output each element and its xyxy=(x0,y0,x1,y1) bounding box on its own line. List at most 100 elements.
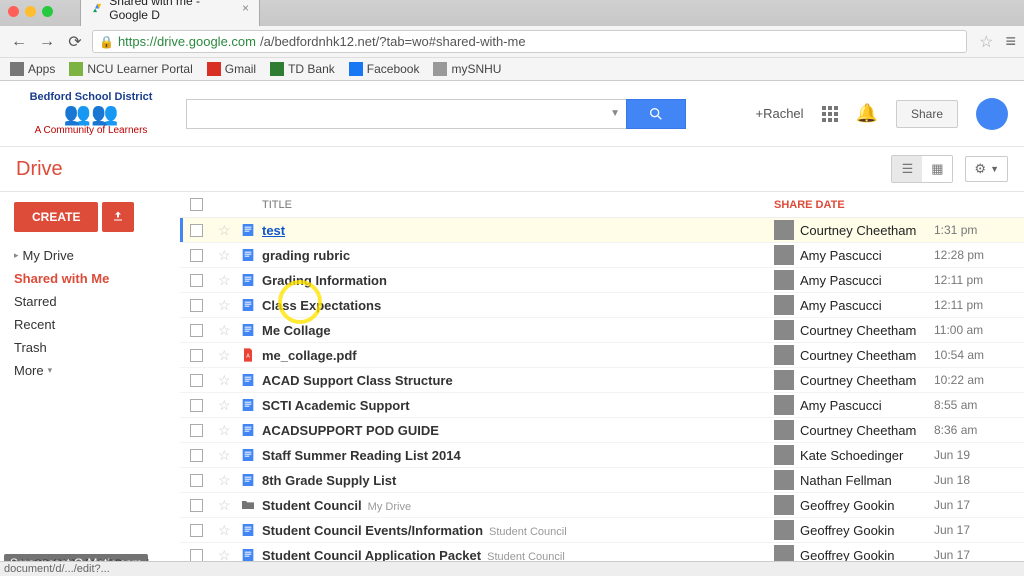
file-row[interactable]: ☆ACAD Support Class StructureCourtney Ch… xyxy=(180,368,1024,393)
owner-avatar xyxy=(774,320,794,340)
select-all-checkbox[interactable] xyxy=(190,198,203,211)
share-date: 12:11 pm xyxy=(934,298,1014,312)
star-icon[interactable]: ☆ xyxy=(218,372,231,388)
bookmark-item[interactable]: NCU Learner Portal xyxy=(69,62,192,76)
sidebar-item-starred[interactable]: Starred xyxy=(14,290,166,313)
notifications-icon[interactable]: 🔔 xyxy=(856,103,878,124)
file-row[interactable]: ☆Staff Summer Reading List 2014Kate Scho… xyxy=(180,443,1024,468)
file-row[interactable]: ☆Class ExpectationsAmy Pascucci12:11 pm xyxy=(180,293,1024,318)
file-title[interactable]: Me Collage xyxy=(262,323,331,338)
file-title[interactable]: Grading Information xyxy=(262,273,387,288)
star-icon[interactable]: ☆ xyxy=(218,347,231,363)
row-checkbox[interactable] xyxy=(190,424,203,437)
file-row[interactable]: ☆SCTI Academic SupportAmy Pascucci8:55 a… xyxy=(180,393,1024,418)
file-title[interactable]: test xyxy=(262,223,285,238)
row-checkbox[interactable] xyxy=(190,324,203,337)
file-title[interactable]: Staff Summer Reading List 2014 xyxy=(262,448,461,463)
upload-button[interactable] xyxy=(102,202,134,232)
file-title[interactable]: ACADSUPPORT POD GUIDE xyxy=(262,423,439,438)
star-icon[interactable]: ☆ xyxy=(218,247,231,263)
file-title[interactable]: me_collage.pdf xyxy=(262,348,357,363)
star-icon[interactable]: ☆ xyxy=(218,522,231,538)
sharedate-column-header[interactable]: SHARE DATE xyxy=(774,199,1014,211)
maximize-window-icon[interactable] xyxy=(42,6,53,17)
row-checkbox[interactable] xyxy=(190,399,203,412)
row-checkbox[interactable] xyxy=(190,299,203,312)
address-bar[interactable]: 🔒 https://drive.google.com/a/bedfordnhk1… xyxy=(92,30,967,53)
file-title[interactable]: Student Council Events/Information xyxy=(262,523,483,538)
bookmark-item[interactable]: TD Bank xyxy=(270,62,335,76)
star-icon[interactable]: ☆ xyxy=(218,297,231,313)
row-checkbox[interactable] xyxy=(190,524,203,537)
bookmark-item[interactable]: Facebook xyxy=(349,62,420,76)
apps-grid-icon[interactable] xyxy=(822,106,838,122)
share-date: Jun 18 xyxy=(934,473,1014,487)
org-logo[interactable]: Bedford School District 👥👥 A Community o… xyxy=(16,91,166,136)
row-checkbox[interactable] xyxy=(190,449,203,462)
upload-icon xyxy=(112,210,124,222)
close-window-icon[interactable] xyxy=(8,6,19,17)
chrome-menu-icon[interactable]: ≡ xyxy=(1005,31,1016,52)
file-row[interactable]: ☆ACADSUPPORT POD GUIDECourtney Cheetham8… xyxy=(180,418,1024,443)
back-button[interactable]: ← xyxy=(8,31,30,53)
sidebar-item-shared-with-me[interactable]: Shared with Me xyxy=(14,267,166,290)
drive-title[interactable]: Drive xyxy=(16,158,63,181)
sidebar-item-trash[interactable]: Trash xyxy=(14,336,166,359)
file-row[interactable]: ☆Student CouncilMy DriveGeoffrey GookinJ… xyxy=(180,493,1024,518)
file-title[interactable]: 8th Grade Supply List xyxy=(262,473,396,488)
create-button[interactable]: CREATE xyxy=(14,202,98,232)
file-title[interactable]: Student Council xyxy=(262,498,362,513)
star-icon[interactable]: ☆ xyxy=(218,322,231,338)
star-icon[interactable]: ☆ xyxy=(218,472,231,488)
grid-view-button[interactable]: ▦ xyxy=(922,156,952,182)
search-dropdown-icon[interactable]: ▼ xyxy=(610,108,620,119)
title-column-header[interactable]: TITLE xyxy=(262,199,774,211)
row-checkbox[interactable] xyxy=(190,349,203,362)
star-icon[interactable]: ☆ xyxy=(218,422,231,438)
star-icon[interactable]: ☆ xyxy=(218,497,231,513)
row-checkbox[interactable] xyxy=(190,374,203,387)
row-checkbox[interactable] xyxy=(190,249,203,262)
file-row[interactable]: ☆grading rubricAmy Pascucci12:28 pm xyxy=(180,243,1024,268)
forward-button[interactable]: → xyxy=(36,31,58,53)
reload-button[interactable]: ⟳ xyxy=(64,31,86,53)
search-button[interactable] xyxy=(626,99,686,129)
avatar[interactable] xyxy=(976,98,1008,130)
search-input[interactable]: ▼ xyxy=(186,99,626,129)
settings-button[interactable]: ⚙▼ xyxy=(965,156,1008,182)
file-row[interactable]: ☆testCourtney Cheetham1:31 pm xyxy=(180,218,1024,243)
sidebar-item-my-drive[interactable]: ▸My Drive xyxy=(14,244,166,267)
file-row[interactable]: ☆Student Council Events/InformationStude… xyxy=(180,518,1024,543)
file-row[interactable]: ☆Me CollageCourtney Cheetham11:00 am xyxy=(180,318,1024,343)
bookmark-item[interactable]: Apps xyxy=(10,62,55,76)
file-title[interactable]: grading rubric xyxy=(262,248,350,263)
star-icon[interactable]: ☆ xyxy=(218,222,231,238)
star-icon[interactable]: ☆ xyxy=(218,447,231,463)
file-title[interactable]: Class Expectations xyxy=(262,298,381,313)
bookmark-item[interactable]: Gmail xyxy=(207,62,256,76)
file-row[interactable]: ☆Grading InformationAmy Pascucci12:11 pm xyxy=(180,268,1024,293)
share-button[interactable]: Share xyxy=(896,100,958,128)
tab-close-icon[interactable]: × xyxy=(242,1,249,15)
sidebar-item-more[interactable]: More ▾ xyxy=(14,359,166,382)
row-checkbox[interactable] xyxy=(190,474,203,487)
bookmark-star-icon[interactable]: ☆ xyxy=(973,32,999,52)
browser-tab[interactable]: Shared with me - Google D × xyxy=(80,0,260,26)
row-checkbox[interactable] xyxy=(190,224,203,237)
owner-name: Courtney Cheetham xyxy=(800,348,916,363)
star-icon[interactable]: ☆ xyxy=(218,272,231,288)
sidebar-item-recent[interactable]: Recent xyxy=(14,313,166,336)
file-row[interactable]: ☆8th Grade Supply ListNathan FellmanJun … xyxy=(180,468,1024,493)
file-type-icon xyxy=(240,447,262,463)
user-link[interactable]: +Rachel xyxy=(755,106,803,121)
bookmark-item[interactable]: mySNHU xyxy=(433,62,501,76)
row-checkbox[interactable] xyxy=(190,274,203,287)
list-view-button[interactable]: ☰ xyxy=(892,156,922,182)
file-title[interactable]: SCTI Academic Support xyxy=(262,398,410,413)
file-title[interactable]: ACAD Support Class Structure xyxy=(262,373,453,388)
minimize-window-icon[interactable] xyxy=(25,6,36,17)
star-icon[interactable]: ☆ xyxy=(218,397,231,413)
row-checkbox[interactable] xyxy=(190,499,203,512)
file-row[interactable]: ☆Ame_collage.pdfCourtney Cheetham10:54 a… xyxy=(180,343,1024,368)
row-checkbox[interactable] xyxy=(190,549,203,562)
